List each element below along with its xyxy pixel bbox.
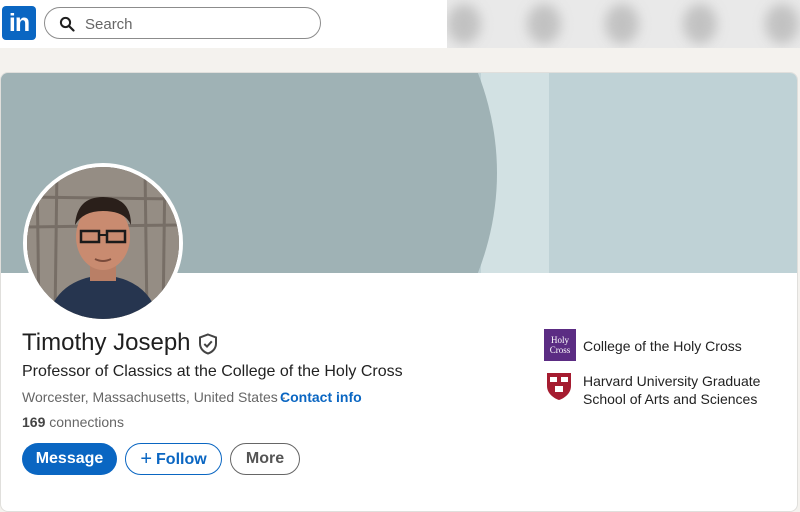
search-bar[interactable] xyxy=(44,7,321,39)
connections-count[interactable]: 169 connections xyxy=(22,414,124,430)
plus-icon: + xyxy=(140,447,153,470)
blurred-nav-icons xyxy=(447,0,800,48)
harvard-shield-icon xyxy=(547,373,571,400)
holy-cross-logo-icon: Holy Cross xyxy=(544,329,576,361)
profile-photo[interactable] xyxy=(23,163,183,323)
message-button[interactable]: Message xyxy=(22,443,117,475)
profile-photo-image xyxy=(27,167,179,319)
profile-card: Timothy Joseph Professor of Classics at … xyxy=(0,72,798,512)
verified-shield-icon[interactable] xyxy=(198,333,218,355)
contact-info-link[interactable]: Contact info xyxy=(280,389,362,405)
profile-headline: Professor of Classics at the College of … xyxy=(22,363,403,380)
top-nav: in xyxy=(0,0,447,48)
search-input[interactable] xyxy=(83,13,307,35)
org-harvard-name: Harvard University Graduate School of Ar… xyxy=(583,373,761,407)
follow-button[interactable]: + Follow xyxy=(125,443,222,475)
linkedin-logo[interactable]: in xyxy=(2,6,36,40)
search-icon xyxy=(59,16,75,32)
more-button[interactable]: More xyxy=(230,443,300,475)
org-holy-cross-name: College of the Holy Cross xyxy=(583,338,742,354)
profile-name: Timothy Joseph xyxy=(22,329,191,356)
profile-location: Worcester, Massachusetts, United States … xyxy=(22,389,287,405)
